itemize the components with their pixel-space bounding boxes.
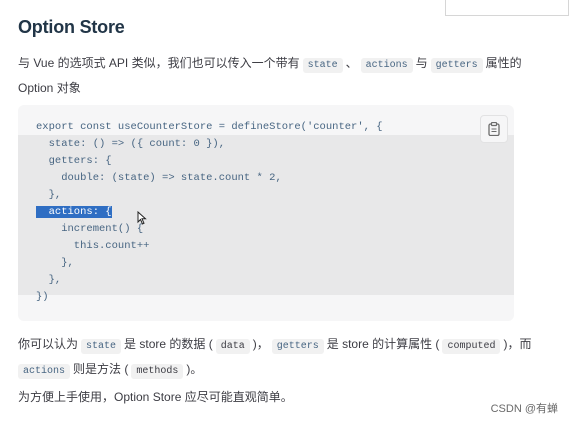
csdn-watermark: CSDN @有蝉 — [490, 403, 558, 415]
code-line: increment() { — [36, 223, 144, 235]
store-explanation-paragraph: 你可以认为 state 是 store 的数据 (data)， getters 是 st… — [18, 333, 538, 383]
code-line: this.count++ — [36, 240, 150, 252]
intro-separator: 、 — [345, 56, 358, 70]
code-line: }, — [36, 257, 74, 269]
text: )，而 — [503, 337, 532, 351]
inline-code-computed: computed — [442, 339, 501, 354]
inline-code-data: data — [215, 339, 250, 354]
clipboard-icon — [488, 122, 500, 136]
mouse-pointer-icon — [137, 211, 147, 225]
code-line: }, — [36, 189, 62, 201]
page-heading: Option Store — [18, 17, 125, 37]
inline-code-actions: actions — [360, 58, 413, 73]
inline-code-state: state — [302, 58, 343, 73]
ease-of-use-paragraph: 为方便上手使用，Option Store 应尽可能直观简单。 — [18, 390, 293, 404]
text: 是 store 的计算属性 ( — [326, 337, 440, 351]
text: 则是方法 ( — [73, 362, 129, 376]
code-line: }) — [36, 291, 49, 303]
selected-text: actions: { — [36, 206, 112, 218]
code-block: export const useCounterStore = defineSto… — [18, 105, 514, 321]
code-line-selected[interactable]: actions: { — [36, 204, 112, 221]
inline-code-methods: methods — [131, 364, 184, 379]
code-line: }, — [36, 274, 62, 286]
intro-text: 与 Vue 的选项式 API 类似，我们也可以传入一个带有 — [18, 56, 300, 70]
text: )， — [252, 337, 269, 351]
intro-text: 与 — [415, 56, 428, 70]
inline-code-state: state — [81, 339, 122, 354]
text: 是 store 的数据 ( — [124, 337, 213, 351]
inline-code-actions: actions — [18, 364, 71, 379]
inline-code-getters: getters — [271, 339, 324, 354]
corner-panel — [445, 0, 569, 16]
intro-text: Option 对象 — [18, 81, 81, 95]
inline-code-getters: getters — [430, 58, 483, 73]
code-line: double: (state) => state.count * 2, — [36, 172, 282, 184]
text: )。 — [186, 362, 203, 376]
copy-code-button[interactable] — [480, 115, 508, 143]
code-line: getters: { — [36, 155, 112, 167]
intro-paragraph: 与 Vue 的选项式 API 类似，我们也可以传入一个带有 state、 actio… — [18, 52, 538, 99]
intro-text: 属性的 — [485, 56, 522, 70]
code-line: export const useCounterStore = defineSto… — [36, 121, 383, 133]
text: 你可以认为 — [18, 337, 79, 351]
code-line: state: () => ({ count: 0 }), — [36, 138, 226, 150]
